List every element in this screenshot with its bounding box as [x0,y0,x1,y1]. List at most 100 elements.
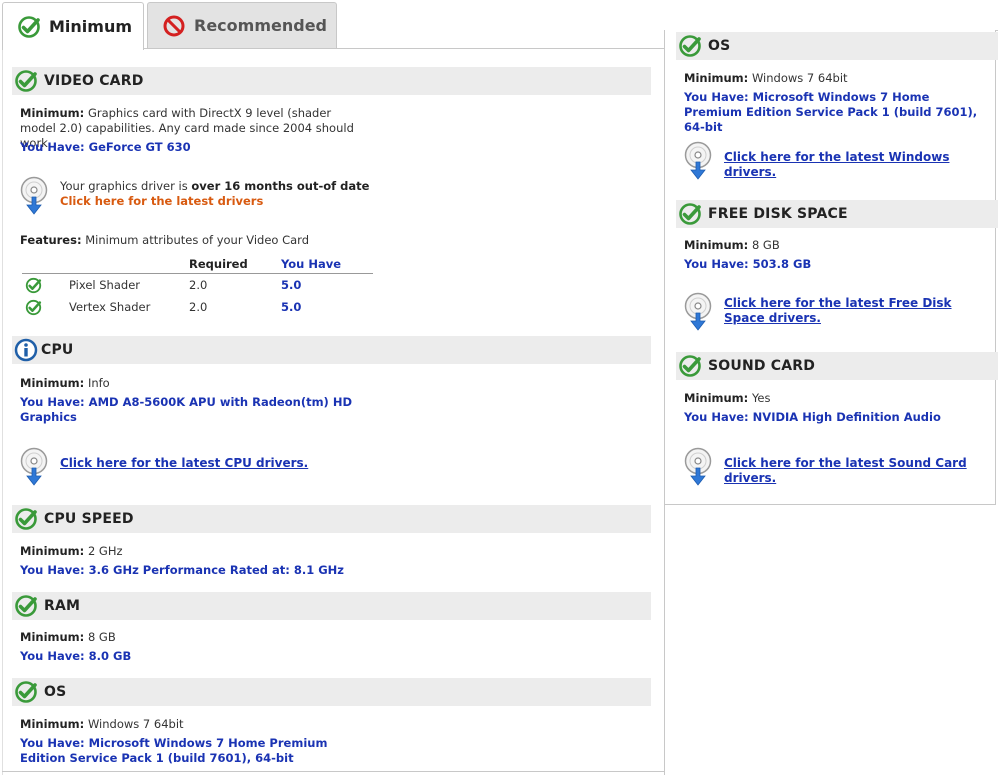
tab-minimum-label: Minimum [49,17,133,36]
you-have-label: You Have: [684,410,749,424]
you-have-label: You Have: [20,563,85,577]
cpu-minimum: Minimum: Info [20,376,110,391]
feature-have: 5.0 [281,300,302,314]
cpu-drivers-link[interactable]: Click here for the latest CPU drivers. [60,456,308,471]
minimum-label: Minimum: [20,544,85,558]
left-panel-border [2,48,3,775]
minimum-value: Info [87,376,110,390]
table-row: Pixel Shader 2.0 5.0 [22,274,373,297]
no-icon [162,14,186,38]
sound-minimum: Minimum: Yes [684,391,771,406]
minimum-value: Windows 7 64bit [87,717,184,731]
check-icon [25,277,42,294]
you-have-value: NVIDIA High Definition Audio [752,410,941,424]
table-header-cell [22,255,47,274]
os-you-have: You Have: Microsoft Windows 7 Home Premi… [20,736,330,766]
minimum-label: Minimum: [20,376,85,390]
download-driver-icon[interactable] [18,447,52,487]
section-title: FREE DISK SPACE [708,206,848,222]
ram-you-have: You Have: 8.0 GB [20,649,131,664]
section-header-ram: RAM [12,592,651,620]
tab-minimum[interactable]: Minimum [2,2,144,50]
features-label: Features: [20,233,82,247]
check-icon [14,594,38,618]
feature-name: Pixel Shader [69,278,140,292]
sound-you-have: You Have: NVIDIA High Definition Audio [684,410,941,425]
you-have-label: You Have: [684,90,749,104]
minimum-value: 8 GB [751,238,780,252]
download-driver-icon[interactable] [682,447,716,487]
driver-status-bold: over 16 months out-of date [191,179,370,193]
table-header-required: Required [189,255,281,274]
check-icon [17,15,41,39]
table-header-cell [47,255,189,274]
info-icon [14,338,38,362]
check-icon [14,507,38,531]
download-driver-icon[interactable] [682,292,716,332]
section-title: CPU SPEED [44,511,134,527]
you-have-label: You Have: [20,736,85,750]
driver-status: Your graphics driver is over 16 months o… [60,179,369,194]
section-title: VIDEO CARD [44,73,144,89]
feature-required: 2.0 [189,300,208,314]
video-card-you-have: You Have: GeForce GT 630 [20,140,191,155]
feature-have: 5.0 [281,278,302,292]
disk-minimum: Minimum: 8 GB [684,238,780,253]
download-driver-icon[interactable] [18,176,52,216]
you-have-label: You Have: [20,140,85,154]
table-header-row: Required You Have [22,255,373,274]
table-row: Vertex Shader 2.0 5.0 [22,296,373,318]
section-header-cpu: CPU [12,336,651,364]
video-card-features-table: Required You Have Pixel Shader 2.0 5.0 V… [22,255,373,318]
minimum-label: Minimum: [20,106,85,120]
minimum-value: Windows 7 64bit [751,71,848,85]
minimum-label: Minimum: [20,717,85,731]
check-icon [14,69,38,93]
section-header-video-card: VIDEO CARD [12,67,651,95]
driver-status-text: Your graphics driver is [60,179,192,193]
disk-you-have: You Have: 503.8 GB [684,257,811,272]
download-driver-icon[interactable] [682,141,716,181]
minimum-value: 2 GHz [87,544,123,558]
feature-required: 2.0 [189,278,208,292]
features-line: Features: Minimum attributes of your Vid… [20,233,309,248]
features-text: Minimum attributes of your Video Card [85,233,310,247]
cpu-speed-minimum: Minimum: 2 GHz [20,544,123,559]
minimum-label: Minimum: [684,238,749,252]
section-title: OS [708,38,731,54]
you-have-value: 503.8 GB [752,257,812,271]
right-os-you-have: You Have: Microsoft Windows 7 Home Premi… [684,90,989,135]
check-icon [25,299,42,316]
cpu-you-have: You Have: AMD A8-5600K APU with Radeon(t… [20,395,360,425]
minimum-value: 8 GB [87,630,116,644]
section-title: SOUND CARD [708,358,816,374]
minimum-value: Yes [751,391,771,405]
you-have-value: 8.0 GB [88,649,132,663]
you-have-label: You Have: [20,649,85,663]
section-header-cpu-speed: CPU SPEED [12,505,651,533]
left-panel-border [2,771,664,772]
minimum-label: Minimum: [684,71,749,85]
disk-drivers-link[interactable]: Click here for the latest Free Disk Spac… [724,296,986,326]
right-os-minimum: Minimum: Windows 7 64bit [684,71,848,86]
check-icon [678,34,702,58]
check-icon [678,354,702,378]
ram-minimum: Minimum: 8 GB [20,630,116,645]
table-header-you-have: You Have [281,255,373,274]
section-header-sound-card: SOUND CARD [676,352,998,380]
section-header-os: OS [12,678,651,706]
sound-drivers-link[interactable]: Click here for the latest Sound Card dri… [724,456,998,486]
os-minimum: Minimum: Windows 7 64bit [20,717,184,732]
section-title: OS [44,684,67,700]
minimum-label: Minimum: [20,630,85,644]
windows-drivers-link[interactable]: Click here for the latest Windows driver… [724,150,998,180]
check-icon [14,680,38,704]
tab-recommended-label: Recommended [194,16,327,35]
you-have-value: 3.6 GHz Performance Rated at: 8.1 GHz [88,563,344,577]
latest-drivers-link[interactable]: Click here for the latest drivers [60,194,263,209]
section-title: RAM [44,598,81,614]
tab-recommended[interactable]: Recommended [147,2,337,48]
you-have-label: You Have: [684,257,749,271]
feature-name: Vertex Shader [69,300,151,314]
tab-divider [144,48,665,49]
